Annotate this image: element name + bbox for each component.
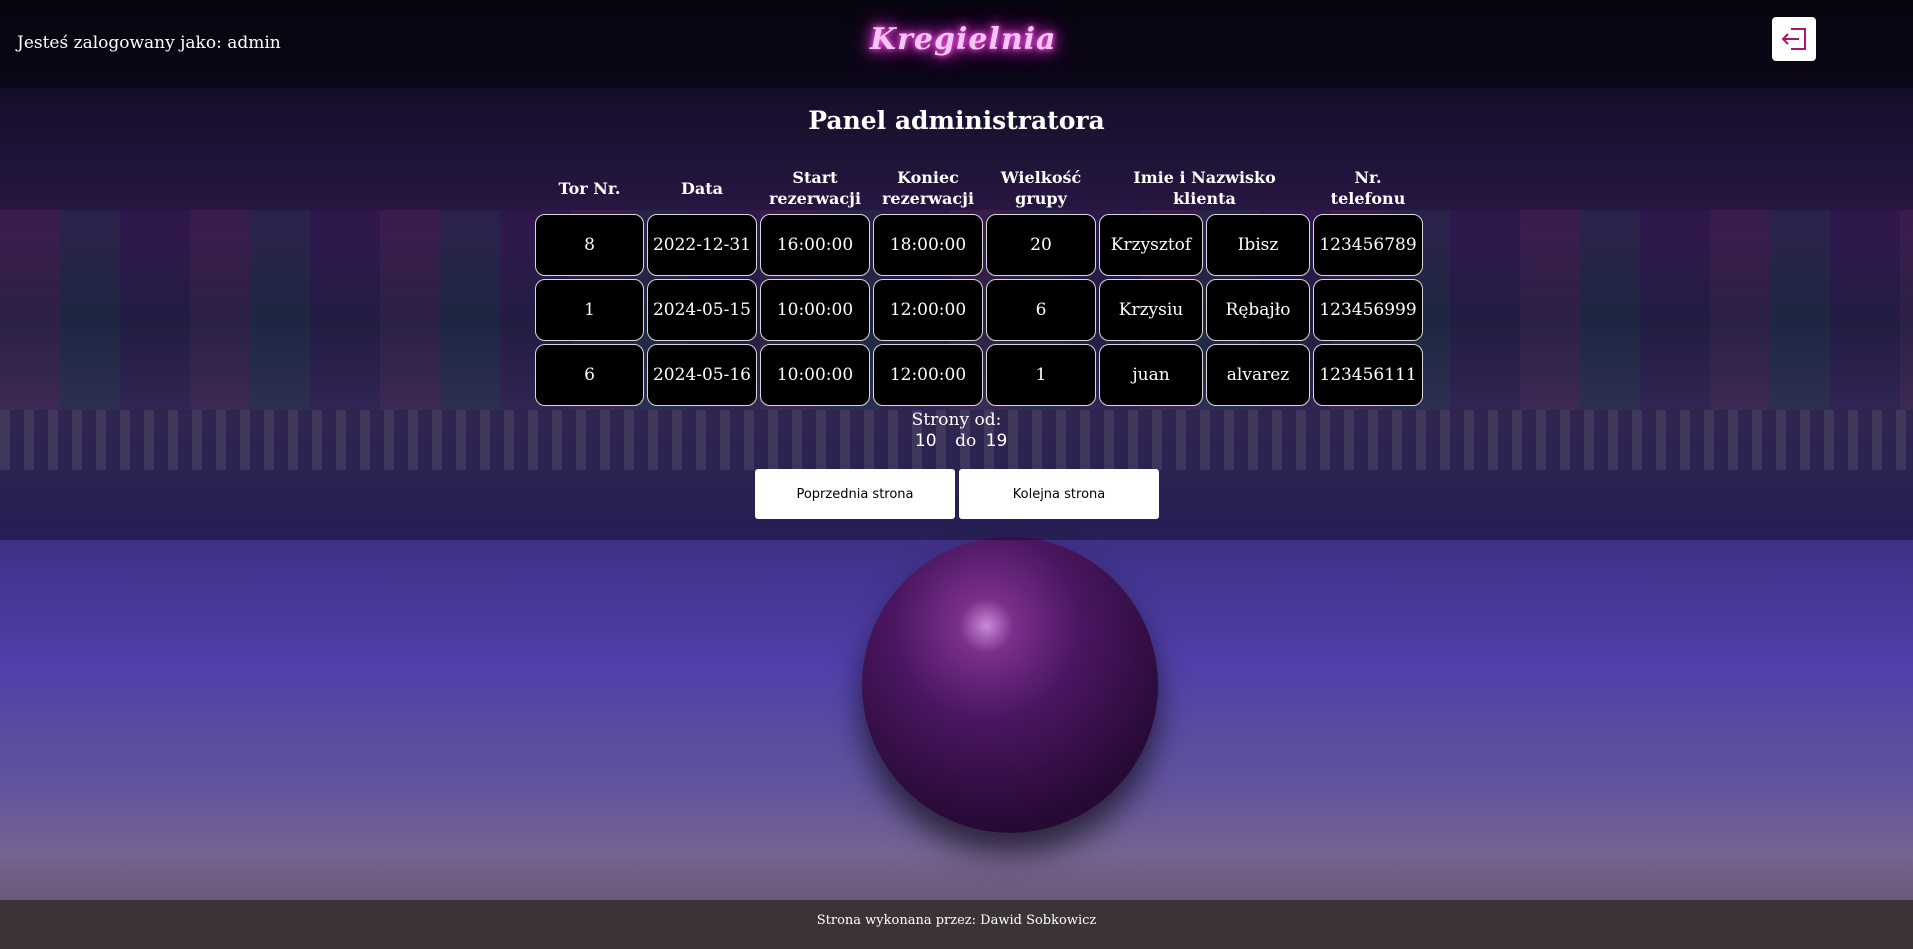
col-header-client-name: Imie i Nazwisko klienta [1133,168,1276,208]
reservations-table: Tor Nr. Data Start rezerwacji Koniec rez… [532,164,1426,409]
page-to-label: do [955,431,977,451]
cell-last-name: Ibisz [1206,214,1310,276]
cell-first-name: Krzysztof [1099,214,1203,276]
bowling-ball-image [862,537,1158,833]
page-from-value: 10 [914,431,937,451]
table-row: 1 2024-05-15 10:00:00 12:00:00 6 Krzysiu… [535,279,1423,341]
logout-button[interactable] [1772,17,1816,61]
pagination-info: Strony od: 10 do 19 [0,410,1913,451]
next-page-button[interactable]: Kolejna strona [959,469,1159,519]
cell-group-size: 6 [986,279,1096,341]
login-status: Jesteś zalogowany jako: admin [17,33,281,53]
cell-group-size: 1 [986,344,1096,406]
table-row: 6 2024-05-16 10:00:00 12:00:00 1 juan al… [535,344,1423,406]
cell-lane: 1 [535,279,644,341]
cell-lane: 8 [535,214,644,276]
cell-phone: 123456111 [1313,344,1423,406]
col-header-phone: Nr. telefonu [1330,168,1406,208]
cell-first-name: Krzysiu [1099,279,1203,341]
cell-date: 2024-05-15 [647,279,757,341]
cell-date: 2024-05-16 [647,344,757,406]
cell-end: 18:00:00 [873,214,983,276]
col-header-group-size: Wielkość grupy [1000,168,1082,208]
cell-start: 16:00:00 [760,214,870,276]
site-logo[interactable]: Kregielnia [870,22,1055,57]
cell-start: 10:00:00 [760,344,870,406]
cell-end: 12:00:00 [873,344,983,406]
col-header-date: Data [681,178,723,198]
footer: Strona wykonana przez: Dawid Sobkowicz [0,900,1913,949]
pagination-label: Strony od: [911,410,1002,430]
pagination-range: 10 do 19 [0,431,1913,451]
cell-last-name: Rębajło [1206,279,1310,341]
cell-phone: 123456789 [1313,214,1423,276]
table-row: 8 2022-12-31 16:00:00 18:00:00 20 Krzysz… [535,214,1423,276]
cell-start: 10:00:00 [760,279,870,341]
footer-credit: Strona wykonana przez: Dawid Sobkowicz [816,913,1097,928]
col-header-end: Koniec rezerwacji [881,168,975,208]
cell-group-size: 20 [986,214,1096,276]
cell-end: 12:00:00 [873,279,983,341]
cell-lane: 6 [535,344,644,406]
previous-page-button[interactable]: Poprzednia strona [755,469,955,519]
cell-date: 2022-12-31 [647,214,757,276]
cell-last-name: alvarez [1206,344,1310,406]
cell-first-name: juan [1099,344,1203,406]
table-header-row: Tor Nr. Data Start rezerwacji Koniec rez… [535,167,1423,211]
cell-phone: 123456999 [1313,279,1423,341]
page-to-value: 19 [985,431,1008,451]
page-title: Panel administratora [808,106,1105,135]
col-header-start: Start rezerwacji [768,168,862,208]
col-header-lane: Tor Nr. [558,178,621,198]
top-bar: Jesteś zalogowany jako: admin Kregielnia [0,0,1913,88]
logout-icon [1781,28,1806,50]
